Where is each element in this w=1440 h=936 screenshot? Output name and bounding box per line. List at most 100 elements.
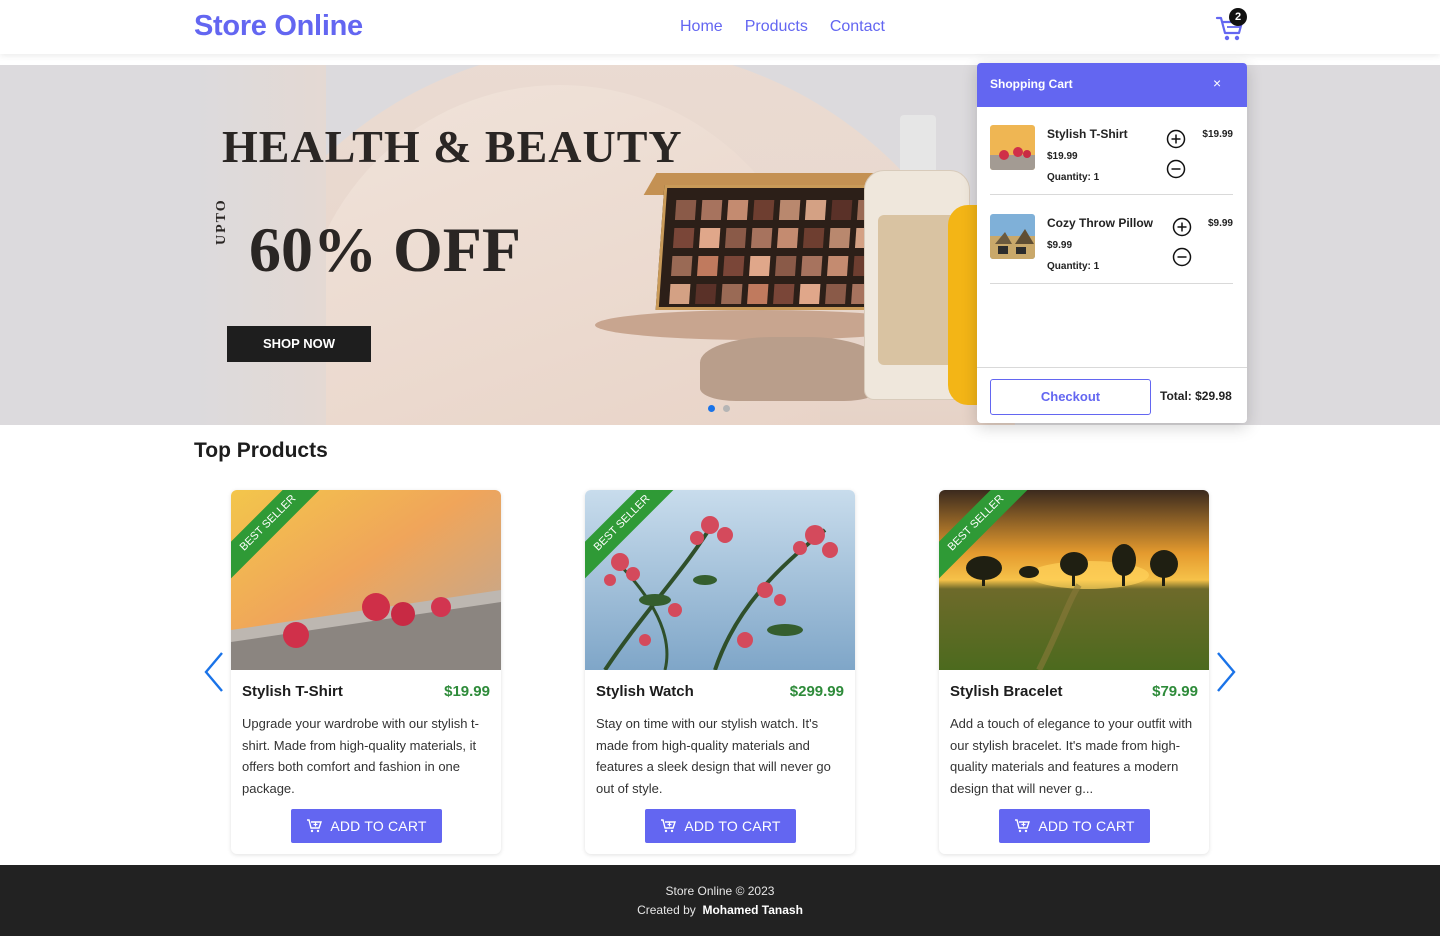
add-to-cart-label: ADD TO CART: [684, 818, 781, 834]
cart-item-name: Stylish T-Shirt: [1047, 127, 1128, 141]
eyeshadow-swatch: [828, 228, 851, 248]
product-price: $299.99: [789, 683, 844, 700]
increase-quantity-button[interactable]: [1166, 129, 1186, 149]
eyeshadow-swatch: [700, 200, 723, 220]
slider-dots: [708, 405, 730, 412]
product-price: $79.99: [1152, 683, 1198, 700]
footer-copyright: Store Online © 2023: [665, 884, 775, 898]
footer-credit: Created by Mohamed Tanash: [0, 903, 1440, 917]
eyeshadow-swatch: [775, 256, 797, 276]
cart-total: Total: $29.98: [1160, 389, 1232, 403]
add-to-cart-label: ADD TO CART: [330, 818, 427, 834]
nav-home[interactable]: Home: [680, 18, 723, 36]
eyeshadow-swatch: [698, 228, 721, 248]
product-name[interactable]: Stylish Bracelet: [950, 683, 1063, 700]
cart-item-quantity: Quantity: 1: [1047, 172, 1100, 183]
slider-dot-1[interactable]: [708, 405, 715, 412]
add-to-cart-icon: [661, 819, 677, 833]
nav-products[interactable]: Products: [745, 18, 808, 36]
shopping-cart-panel: Shopping Cart × Stylish T-Shirt $19.99 Q…: [977, 63, 1247, 423]
decrease-quantity-button[interactable]: [1166, 159, 1186, 179]
close-icon[interactable]: ×: [1213, 75, 1221, 91]
eyeshadow-swatch: [804, 200, 827, 220]
product-name[interactable]: Stylish T-Shirt: [242, 683, 343, 700]
product-card: BEST SELLER Stylish Bracelet $79.99 Add …: [939, 490, 1209, 854]
cart-item-image: [990, 125, 1035, 170]
cart-item-price: $19.99: [1047, 151, 1078, 162]
eyeshadow-swatch: [799, 284, 821, 304]
cart-header: Shopping Cart ×: [977, 63, 1247, 107]
add-to-cart-button[interactable]: ADD TO CART: [645, 809, 796, 843]
checkout-button[interactable]: Checkout: [990, 379, 1151, 415]
eyeshadow-swatch: [672, 228, 695, 248]
eyeshadow-swatch: [671, 256, 693, 276]
eyeshadow-swatch: [776, 228, 799, 248]
product-card: BEST SELLER Stylish Watch $299.99 Stay o…: [585, 490, 855, 854]
add-to-cart-label: ADD TO CART: [1038, 818, 1135, 834]
carousel-next-button[interactable]: [1210, 650, 1240, 694]
eyeshadow-swatch: [752, 200, 775, 220]
minus-circle-icon: [1172, 247, 1192, 267]
increase-quantity-button[interactable]: [1172, 217, 1192, 237]
eyeshadow-swatch: [747, 284, 769, 304]
eyeshadow-swatch: [825, 284, 847, 304]
cart-item-price: $9.99: [1047, 240, 1073, 251]
eyeshadow-swatch: [750, 228, 773, 248]
eyeshadow-swatch: [721, 284, 743, 304]
plus-circle-icon: [1166, 129, 1186, 149]
product-description: Stay on time with our stylish watch. It'…: [596, 716, 831, 797]
nav-contact[interactable]: Contact: [830, 18, 885, 36]
eyeshadow-swatch: [697, 256, 719, 276]
eyeshadow-swatch: [724, 228, 747, 248]
cart-item-image: [990, 214, 1035, 259]
eyeshadow-swatch: [669, 284, 691, 304]
add-to-cart-icon: [1015, 819, 1031, 833]
site-header: Store Online Home Products Contact 2: [0, 0, 1440, 54]
cart-item: Stylish T-Shirt $19.99 Quantity: 1 $19.9…: [990, 107, 1233, 195]
product-price: $19.99: [444, 683, 490, 700]
product-description: Upgrade your wardrobe with our stylish t…: [242, 716, 479, 797]
eyeshadow-swatch: [695, 284, 717, 304]
hero-discount: 60% OFF: [249, 214, 521, 285]
site-footer: Store Online © 2023 Created by Mohamed T…: [0, 865, 1440, 936]
cart-title: Shopping Cart: [990, 77, 1073, 91]
add-to-cart-button[interactable]: ADD TO CART: [999, 809, 1150, 843]
chevron-left-icon: [204, 652, 223, 692]
eyeshadow-swatch: [830, 200, 853, 220]
cart-item-line-total: $9.99: [1207, 218, 1233, 229]
eyeshadow-swatch: [726, 200, 749, 220]
eyeshadow-swatch: [674, 200, 697, 220]
minus-circle-icon: [1166, 159, 1186, 179]
eyeshadow-swatch: [778, 200, 801, 220]
add-to-cart-button[interactable]: ADD TO CART: [291, 809, 442, 843]
product-description: Add a touch of elegance to your outfit w…: [950, 716, 1193, 797]
cart-count-badge: 2: [1229, 8, 1247, 26]
decrease-quantity-button[interactable]: [1172, 247, 1192, 267]
cart-item: Cozy Throw Pillow $9.99 Quantity: 1 $9.9…: [990, 196, 1233, 284]
footer-author[interactable]: Mohamed Tanash: [702, 903, 802, 917]
eyeshadow-swatch: [749, 256, 771, 276]
eyeshadow-swatch: [773, 284, 795, 304]
brand-logo[interactable]: Store Online: [194, 10, 363, 43]
chevron-right-icon: [1217, 652, 1236, 692]
eyeshadow-swatch: [827, 256, 849, 276]
plus-circle-icon: [1172, 217, 1192, 237]
cart-item-quantity: Quantity: 1: [1047, 261, 1100, 272]
cart-item-line-total: $19.99: [1202, 129, 1233, 140]
slider-dot-2[interactable]: [723, 405, 730, 412]
cart-item-name: Cozy Throw Pillow: [1047, 216, 1154, 230]
product-name[interactable]: Stylish Watch: [596, 683, 694, 700]
cart-footer: Checkout Total: $29.98: [977, 367, 1247, 423]
shop-now-button[interactable]: SHOP NOW: [227, 326, 371, 362]
bottle-label-image: [878, 215, 956, 365]
hero-title: HEALTH & BEAUTY: [222, 121, 683, 172]
product-card: BEST SELLER Stylish T-Shirt $19.99 Upgra…: [231, 490, 501, 854]
rock-image: [700, 337, 880, 401]
section-title: Top Products: [194, 439, 328, 462]
eyeshadow-swatch: [802, 228, 825, 248]
main-nav: Home Products Contact: [680, 18, 885, 36]
pump-image: [900, 115, 936, 175]
footer-created-by: Created by: [637, 903, 696, 917]
eyeshadow-swatch: [801, 256, 823, 276]
carousel-prev-button[interactable]: [200, 650, 230, 694]
